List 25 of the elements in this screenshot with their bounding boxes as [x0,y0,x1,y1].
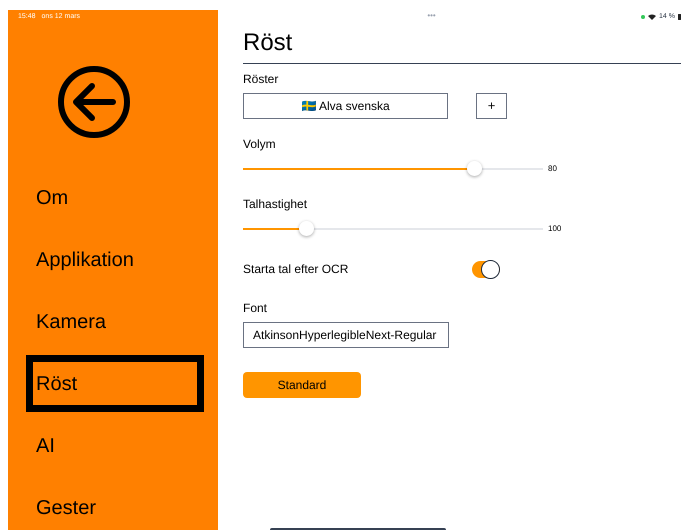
sidebar-item[interactable]: Om [26,169,204,226]
slider-track[interactable] [243,221,543,237]
sidebar-item[interactable]: Kamera [26,293,204,350]
sidebar-item[interactable]: Gester [26,479,204,530]
slider-label: Volym [243,136,277,153]
slider-value: 80 [548,163,557,175]
standard-button[interactable]: Standard [243,372,361,398]
slider-thumb[interactable] [298,221,314,236]
font-field[interactable]: AtkinsonHyperlegibleNext-Regular [243,322,449,348]
toggle-label: Starta tal efter OCR [243,261,350,278]
page-title: Röst [243,28,294,58]
ocr-speech-toggle[interactable] [472,260,500,278]
slider-value: 100 [548,223,562,235]
battery-icon [678,14,681,20]
slider-thumb[interactable] [467,161,482,176]
voice-selector[interactable]: 🇸🇪 Alva svenska [243,93,448,119]
add-voice-button[interactable]: + [476,93,507,119]
sidebar-item[interactable]: Applikation [26,231,204,288]
slider-track[interactable] [243,161,543,177]
voices-label: Röster [243,71,280,88]
slider-label: Talhastighet [243,196,308,213]
font-label: Font [243,300,268,317]
wifi-icon [648,14,656,20]
sidebar-item[interactable]: AI [26,417,204,474]
sidebar-item[interactable]: Röst [26,355,204,412]
